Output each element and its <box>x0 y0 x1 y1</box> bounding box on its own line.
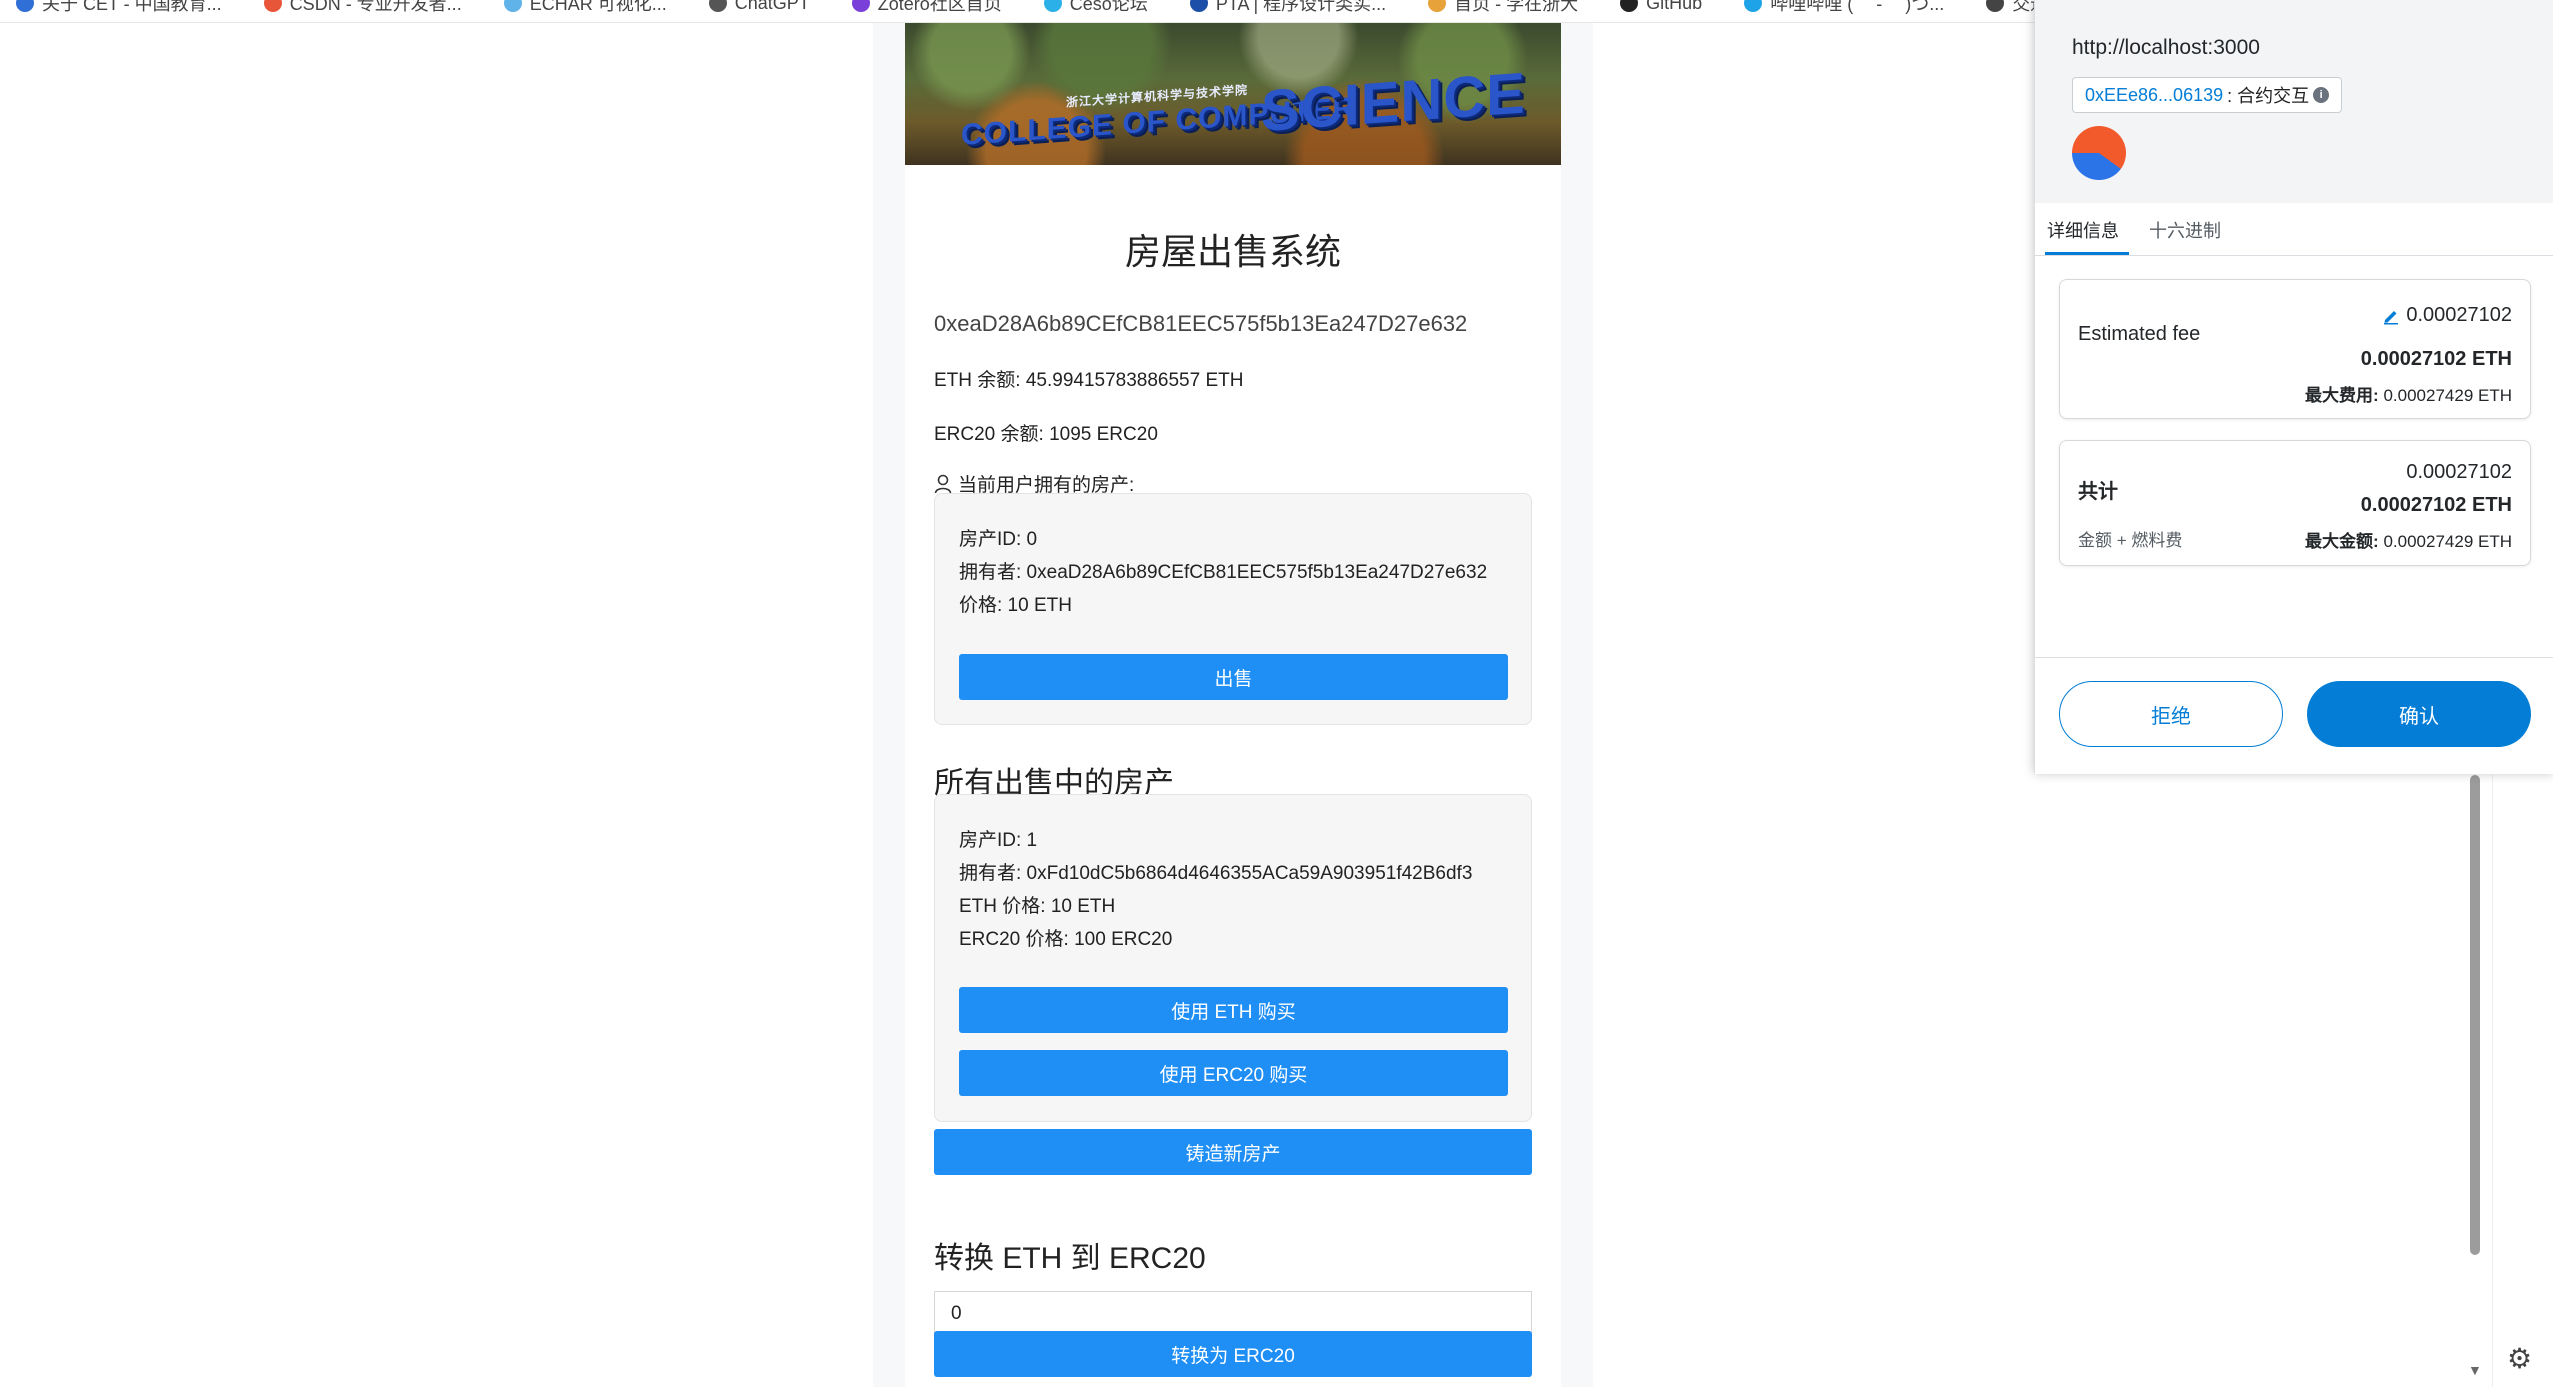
bookmark-label: CSDN - 专业开发者... <box>289 0 462 14</box>
origin-url: http://localhost:3000 <box>2072 36 2260 59</box>
for-sale-house-eth-price: ETH 价格: 10 ETH <box>959 896 1116 917</box>
estimated-fee-card: Estimated fee 0.00027102 0.00027102 ETH … <box>2059 279 2531 419</box>
bookmark-label: GitHub <box>1646 0 1703 13</box>
bookmark-label: PTA | 程序设计类实... <box>1215 0 1387 14</box>
max-amount-row: 最大金额: 0.00027429 ETH <box>2305 527 2512 552</box>
bookmark-favicon-icon <box>16 0 34 12</box>
bookmark-item[interactable]: 关于 CET - 中国教育... <box>16 0 222 14</box>
bookmark-favicon-icon <box>1428 0 1447 12</box>
tab-hex[interactable]: 十六进制 <box>2149 217 2221 243</box>
bookmark-favicon-icon <box>1744 0 1763 12</box>
bookmark-item[interactable]: ECHAR 可视化... <box>503 0 667 14</box>
buy-with-eth-button[interactable]: 使用 ETH 购买 <box>959 987 1508 1033</box>
info-icon[interactable]: i <box>2313 87 2330 103</box>
estimated-fee-top: 0.00027102 <box>2382 304 2512 327</box>
active-tab-indicator <box>2045 252 2129 255</box>
edit-pencil-icon[interactable] <box>2382 307 2400 325</box>
page-gutter-right <box>1561 23 1593 1387</box>
mint-house-button[interactable]: 铸造新房产 <box>934 1129 1532 1175</box>
college-banner-image: 浙江大学计算机科学与技术学院 COLLEGE OF COMPUTER SCIEN… <box>905 23 1561 165</box>
interaction-type: : 合约交互 <box>2227 86 2310 106</box>
bookmark-favicon-icon <box>851 0 870 12</box>
max-fee-row: 最大费用: 0.00027429 ETH <box>2305 381 2512 406</box>
bookmark-label: Ceso论坛 <box>1069 0 1148 14</box>
owned-house-owner: 拥有者: 0xeaD28A6b89CEfCB81EEC575f5b13Ea247… <box>959 562 1488 583</box>
estimated-fee-label: Estimated fee <box>2078 323 2201 345</box>
bookmark-item[interactable]: PTA | 程序设计类实... <box>1189 0 1387 14</box>
user-icon <box>934 474 952 493</box>
max-amount-value: 0.00027429 ETH <box>2383 532 2512 551</box>
for-sale-house-card: 房产ID: 1 拥有者: 0xFd10dC5b6864d4646355ACa59… <box>934 794 1532 1122</box>
buy-with-erc20-button[interactable]: 使用 ERC20 购买 <box>959 1050 1508 1096</box>
estimated-fee-value-top: 0.00027102 <box>2406 304 2512 326</box>
bookmark-label: ECHAR 可视化... <box>529 0 667 14</box>
convert-to-erc20-button[interactable]: 转换为 ERC20 <box>934 1331 1532 1377</box>
eth-balance: ETH 余额: 45.99415783886557 ETH <box>934 370 1244 391</box>
metamask-popup: http://localhost:3000 0xEEe86...06139 : … <box>2034 0 2553 774</box>
bookmark-favicon-icon <box>1043 0 1062 12</box>
bookmark-item[interactable]: GitHub <box>1620 0 1702 14</box>
bookmark-label: 哔哩哔哩 ( ゜- ゜)つ... <box>1770 0 1945 14</box>
gear-icon[interactable]: ⚙ <box>2507 1342 2532 1375</box>
page-scrollbar-thumb[interactable] <box>2470 775 2480 1255</box>
bookmark-item[interactable]: ChatGPT <box>708 0 810 14</box>
total-value-top: 0.00027102 <box>2406 461 2512 483</box>
bookmark-item[interactable]: 哔哩哔哩 ( ゜- ゜)つ... <box>1744 0 1944 14</box>
bookmark-label: 关于 CET - 中国教育... <box>42 0 222 14</box>
page-gutter-left <box>873 23 905 1387</box>
bookmark-favicon-icon <box>263 0 282 12</box>
metamask-tabs: 详细信息 十六进制 <box>2035 203 2553 256</box>
bookmark-favicon-icon <box>503 0 522 12</box>
bookmark-favicon-icon <box>708 0 727 12</box>
max-fee-value: 0.00027429 ETH <box>2383 386 2512 405</box>
bookmark-item[interactable]: CSDN - 专业开发者... <box>263 0 462 14</box>
account-avatar <box>2072 126 2126 180</box>
owned-house-card: 房产ID: 0 拥有者: 0xeaD28A6b89CEfCB81EEC575f5… <box>934 493 1532 725</box>
bookmark-label: 首页 - 学在浙大 <box>1454 0 1579 14</box>
bookmark-item[interactable]: Zotero社区首页 <box>851 0 1002 14</box>
owned-house-id: 房产ID: 0 <box>959 529 1038 550</box>
metamask-header: http://localhost:3000 0xEEe86...06139 : … <box>2035 0 2553 203</box>
confirm-button[interactable]: 确认 <box>2307 681 2531 747</box>
for-sale-house-erc20-price: ERC20 价格: 100 ERC20 <box>959 929 1173 950</box>
total-sublabel: 金额 + 燃料费 <box>2078 531 2183 550</box>
bookmark-favicon-icon <box>1986 0 2005 12</box>
dapp-container: 浙江大学计算机科学与技术学院 COLLEGE OF COMPUTER SCIEN… <box>905 23 1561 1387</box>
sell-button[interactable]: 出售 <box>959 654 1508 700</box>
bookmark-label: Zotero社区首页 <box>877 0 1002 14</box>
for-sale-house-owner: 拥有者: 0xFd10dC5b6864d4646355ACa59A903951f… <box>959 863 1473 884</box>
bookmark-label: ChatGPT <box>734 0 810 13</box>
bookmark-favicon-icon <box>1620 0 1639 12</box>
for-sale-house-id: 房产ID: 1 <box>959 830 1038 851</box>
tab-details[interactable]: 详细信息 <box>2047 217 2119 243</box>
max-fee-label: 最大费用: <box>2305 386 2379 405</box>
total-label: 共计 <box>2078 481 2118 503</box>
account-address: 0xeaD28A6b89CEfCB81EEC575f5b13Ea247D27e6… <box>934 311 1468 336</box>
total-value-main: 0.00027102 ETH <box>2360 494 2512 516</box>
reject-button[interactable]: 拒绝 <box>2059 681 2283 747</box>
bookmark-item[interactable]: 首页 - 学在浙大 <box>1428 0 1578 14</box>
convert-heading: 转换 ETH 到 ERC20 <box>934 1242 1206 1275</box>
bookmark-favicon-icon <box>1189 0 1208 12</box>
account-short-address[interactable]: 0xEEe86...06139 <box>2085 85 2223 106</box>
owned-house-price: 价格: 10 ETH <box>959 595 1072 616</box>
estimated-fee-value-main: 0.00027102 ETH <box>2360 348 2512 370</box>
browser-side-panel <box>2492 775 2553 1387</box>
page-title: 房屋出售系统 <box>1124 231 1341 272</box>
erc20-balance: ERC20 余额: 1095 ERC20 <box>934 424 1158 445</box>
bookmark-item[interactable]: Ceso论坛 <box>1043 0 1148 14</box>
scroll-down-arrow-icon[interactable]: ▼ <box>2468 1362 2482 1378</box>
total-card: 共计 金额 + 燃料费 0.00027102 0.00027102 ETH 最大… <box>2059 440 2531 566</box>
account-pill[interactable]: 0xEEe86...06139 : 合约交互 i <box>2072 77 2343 113</box>
max-amount-label: 最大金额: <box>2305 532 2379 551</box>
